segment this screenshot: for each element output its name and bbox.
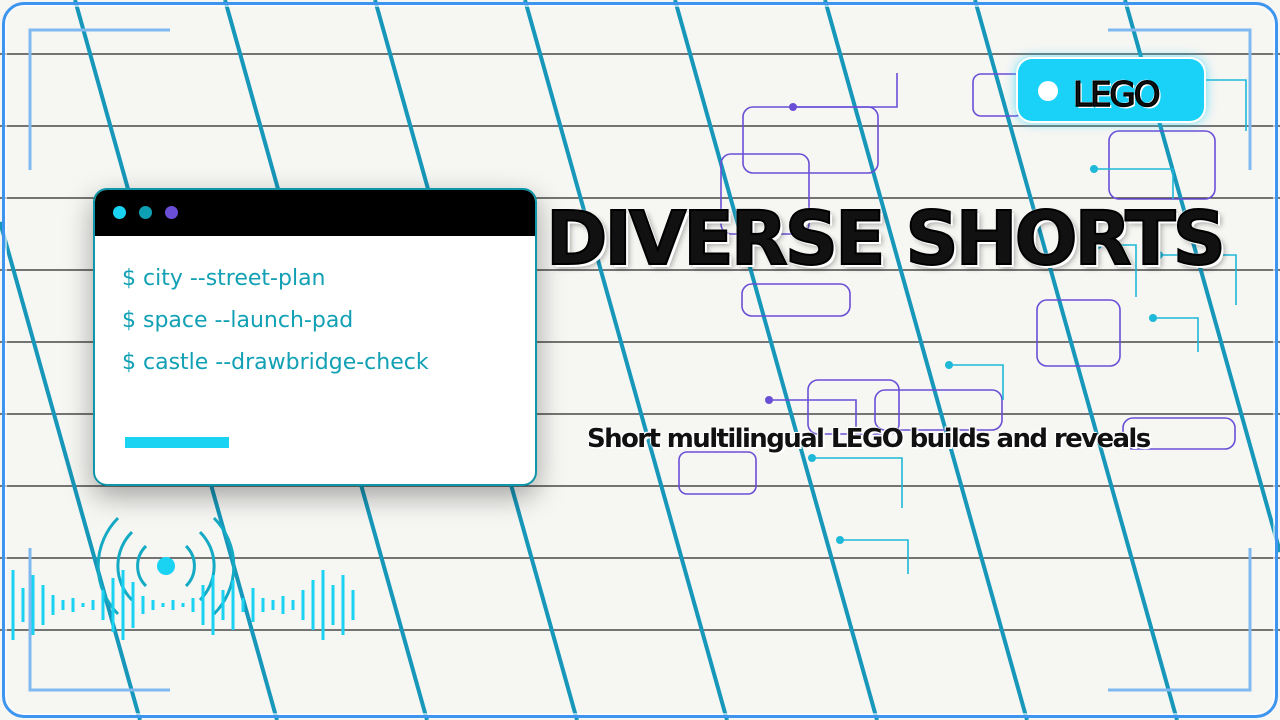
terminal-window: $ city --street-plan $ space --launch-pa…	[93, 188, 537, 486]
badge-dot-icon	[1038, 81, 1058, 101]
window-dot-purple	[165, 206, 178, 219]
page-subtitle: Short multilingual LEGO builds and revea…	[587, 424, 1151, 454]
window-dot-cyan	[113, 206, 126, 219]
window-dot-teal	[139, 206, 152, 219]
lego-badge: LEGO	[1018, 59, 1204, 121]
terminal-command-line: $ space --launch-pad	[122, 308, 354, 333]
badge-label: LEGO	[1072, 74, 1161, 116]
terminal-cursor	[125, 437, 229, 448]
terminal-body: $ city --street-plan $ space --launch-pa…	[95, 236, 535, 384]
terminal-command-line: $ city --street-plan	[122, 266, 326, 291]
thumbnail-canvas: $ city --street-plan $ space --launch-pa…	[0, 0, 1280, 720]
terminal-command-line: $ castle --drawbridge-check	[122, 350, 429, 375]
page-title: DIVERSE SHORTS	[545, 195, 1227, 283]
terminal-title-bar	[95, 190, 535, 236]
